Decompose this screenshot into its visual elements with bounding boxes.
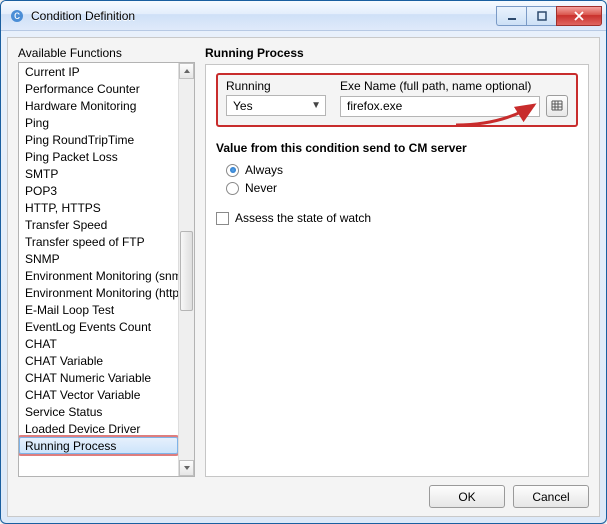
list-item[interactable]: Ping Packet Loss bbox=[19, 148, 178, 165]
list-item[interactable]: Loaded Device Driver bbox=[19, 420, 178, 437]
running-select-value: Yes bbox=[233, 99, 253, 113]
client-area: Available Functions Current IPPerformanc… bbox=[7, 37, 600, 517]
value-send-group: Value from this condition send to CM ser… bbox=[216, 141, 578, 197]
list-item[interactable]: Ping RoundTripTime bbox=[19, 131, 178, 148]
list-item[interactable]: Service Status bbox=[19, 403, 178, 420]
running-label: Running bbox=[226, 79, 326, 93]
list-item[interactable]: SMTP bbox=[19, 165, 178, 182]
scroll-up-button[interactable] bbox=[179, 63, 194, 79]
radio-label: Never bbox=[245, 181, 277, 195]
svg-text:c: c bbox=[14, 9, 20, 22]
detail-heading: Running Process bbox=[205, 46, 589, 60]
minimize-button[interactable] bbox=[496, 6, 526, 26]
assess-label: Assess the state of watch bbox=[235, 211, 371, 225]
assess-checkbox[interactable] bbox=[216, 212, 229, 225]
scroll-down-button[interactable] bbox=[179, 460, 194, 476]
window-title: Condition Definition bbox=[31, 9, 496, 23]
list-item[interactable]: HTTP, HTTPS bbox=[19, 199, 178, 216]
list-item[interactable]: Environment Monitoring (http) bbox=[19, 284, 178, 301]
grid-icon bbox=[550, 99, 564, 113]
dialog-window: c Condition Definition Available Functio… bbox=[0, 0, 607, 524]
list-item[interactable]: POP3 bbox=[19, 182, 178, 199]
list-item[interactable]: SNMP bbox=[19, 250, 178, 267]
assess-row[interactable]: Assess the state of watch bbox=[216, 211, 578, 225]
browse-button[interactable] bbox=[546, 95, 568, 117]
list-item[interactable]: Environment Monitoring (snmp) bbox=[19, 267, 178, 284]
radio-button[interactable] bbox=[226, 182, 239, 195]
list-item[interactable]: Transfer speed of FTP bbox=[19, 233, 178, 250]
list-item[interactable]: CHAT Numeric Variable bbox=[19, 369, 178, 386]
list-item[interactable]: CHAT Variable bbox=[19, 352, 178, 369]
radio-label: Always bbox=[245, 163, 283, 177]
titlebar[interactable]: c Condition Definition bbox=[1, 1, 606, 31]
list-scrollbar[interactable] bbox=[178, 63, 194, 476]
available-functions-panel: Available Functions Current IPPerformanc… bbox=[18, 46, 195, 477]
scroll-thumb[interactable] bbox=[180, 231, 193, 311]
window-controls bbox=[496, 6, 602, 26]
app-icon: c bbox=[9, 8, 25, 24]
scroll-track[interactable] bbox=[179, 79, 194, 460]
list-item[interactable]: Transfer Speed bbox=[19, 216, 178, 233]
list-item[interactable]: Current IP bbox=[19, 63, 178, 80]
list-item[interactable]: E-Mail Loop Test bbox=[19, 301, 178, 318]
list-item[interactable]: CHAT bbox=[19, 335, 178, 352]
radio-option[interactable]: Always bbox=[216, 161, 578, 179]
parameters-callout: Running Yes ▼ Exe Name (full path, name … bbox=[216, 73, 578, 127]
exe-name-value: firefox.exe bbox=[347, 99, 402, 113]
list-item[interactable]: Hardware Monitoring bbox=[19, 97, 178, 114]
list-item[interactable]: CHAT Vector Variable bbox=[19, 386, 178, 403]
running-select[interactable]: Yes ▼ bbox=[226, 95, 326, 116]
list-item[interactable]: EventLog Events Count bbox=[19, 318, 178, 335]
available-functions-heading: Available Functions bbox=[18, 46, 195, 60]
exe-name-label: Exe Name (full path, name optional) bbox=[340, 79, 568, 93]
dialog-footer: OK Cancel bbox=[18, 477, 589, 508]
list-item[interactable]: Ping bbox=[19, 114, 178, 131]
value-send-title: Value from this condition send to CM ser… bbox=[216, 141, 578, 155]
chevron-down-icon: ▼ bbox=[311, 100, 321, 111]
list-item[interactable]: Performance Counter bbox=[19, 80, 178, 97]
close-button[interactable] bbox=[556, 6, 602, 26]
available-functions-list[interactable]: Current IPPerformance CounterHardware Mo… bbox=[18, 62, 195, 477]
ok-button[interactable]: OK bbox=[429, 485, 505, 508]
cancel-button[interactable]: Cancel bbox=[513, 485, 589, 508]
radio-option[interactable]: Never bbox=[216, 179, 578, 197]
radio-button[interactable] bbox=[226, 164, 239, 177]
maximize-button[interactable] bbox=[526, 6, 556, 26]
list-item[interactable]: Running Process bbox=[19, 437, 178, 454]
exe-name-input[interactable]: firefox.exe bbox=[340, 96, 540, 117]
condition-detail-panel: Running Process Running Yes ▼ bbox=[205, 46, 589, 477]
